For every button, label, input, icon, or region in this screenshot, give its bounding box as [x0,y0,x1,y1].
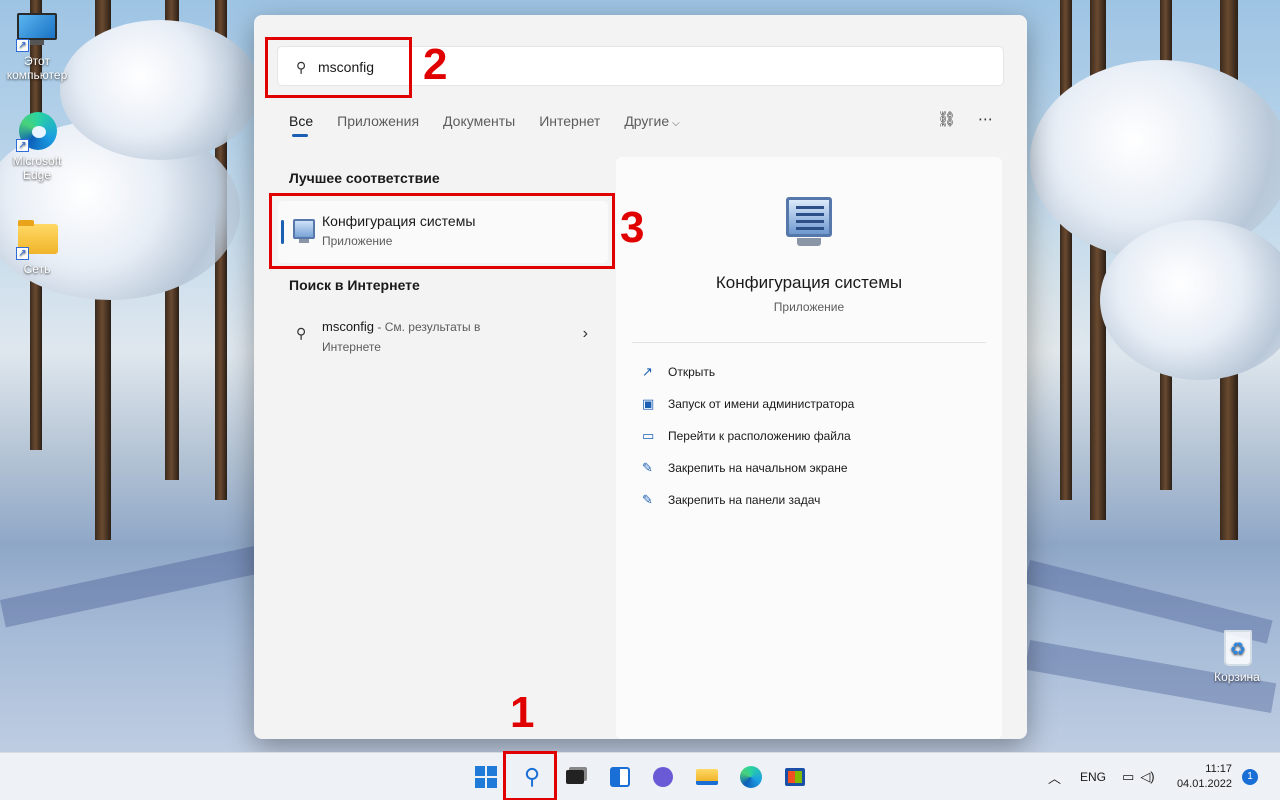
web-result-line1: msconfig - См. результаты в [322,319,480,334]
desktop-icon-edge[interactable]: ↗ Microsoft Edge [0,110,74,182]
folder-icon: ▭ [642,428,655,443]
chat-button[interactable] [651,765,675,789]
tab-documents[interactable]: Документы [443,113,515,129]
clock[interactable]: 11:17 04.01.2022 [1177,762,1232,792]
widgets-icon [610,767,630,787]
start-button[interactable] [474,765,498,789]
open-external-icon: ↗ [642,364,653,379]
store-icon [785,768,805,786]
search-icon: ⚲ [296,325,307,341]
tab-apps[interactable]: Приложения [337,113,419,129]
windows-logo-icon [475,766,497,788]
file-explorer-button[interactable] [695,765,719,789]
recycle-bin-icon: ♻ [1216,626,1258,668]
shortcut-arrow-icon: ↗ [16,247,29,260]
annotation-box-search [265,37,412,98]
more-options-icon[interactable]: ⋯ [978,110,993,128]
web-search-result[interactable]: ⚲ msconfig - См. результаты в Интернете … [278,311,608,363]
web-result-line2: Интернете [322,340,381,354]
search-panel: ⚲ Все Приложения Документы Интернет Друг… [254,15,1027,739]
store-button[interactable] [783,765,807,789]
chat-icon [653,767,673,787]
action-label: Запуск от имени администратора [668,397,855,411]
action-label: Закрепить на панели задач [668,493,821,507]
tab-web[interactable]: Интернет [539,113,600,129]
annotation-box-taskbar-search [503,751,557,800]
shortcut-arrow-icon: ↗ [16,139,29,152]
desktop-icon-network[interactable]: ↗ Сеть [0,218,74,276]
system-tray: ︿ ENG ▭ ◁) [1048,753,1155,800]
web-result-term: msconfig [322,319,375,334]
admin-shield-icon: ▣ [642,396,655,411]
web-search-heading: Поиск в Интернете [289,277,420,293]
edge-taskbar-button[interactable] [739,765,763,789]
annotation-number: 1 [510,688,535,737]
pin-icon: ✎ [642,492,653,507]
tree-shadow [0,545,261,628]
detail-subtitle: Приложение [773,300,845,314]
network-folder-icon: ↗ [16,218,58,260]
action-label: Перейти к расположению файла [668,429,851,443]
annotation-number: 3 [620,203,645,252]
desktop-icon-label: Этот компьютер [6,54,68,82]
desktop-icon-this-pc[interactable]: ↗ Этот компьютер [0,10,74,82]
date: 04.01.2022 [1176,778,1232,790]
detail-title: Конфигурация системы [715,273,903,292]
desktop-icon-label: Microsoft Edge [12,154,62,182]
action-open[interactable]: ↗ Открыть [642,364,715,380]
chevron-right-icon[interactable]: › [583,325,588,343]
time: 11:17 [1205,763,1232,775]
folder-icon [696,769,718,785]
system-config-large-icon [786,197,832,246]
desktop-icon-label: Сеть [23,262,51,276]
tree [1060,0,1072,500]
pin-icon: ✎ [642,460,653,475]
panel-toolbar: ⛓ ⋯ [937,110,993,128]
action-label: Закрепить на начальном экране [668,461,848,475]
snowy-canopy [60,20,260,160]
action-run-as-admin[interactable]: ▣ Запуск от имени администратора [642,396,854,412]
notification-badge[interactable]: 1 [1242,769,1258,785]
monitor-icon: ↗ [16,10,58,52]
desktop-icon-recycle-bin[interactable]: ♻ Корзина [1200,626,1274,684]
widgets-button[interactable] [608,765,632,789]
desktop-icon-label: Корзина [1214,670,1260,684]
task-view-button[interactable] [563,765,587,789]
language-indicator[interactable]: ENG [1080,770,1106,784]
search-tabs: Все Приложения Документы Интернет Другие… [289,113,680,137]
taskbar: ⚲ ︿ ENG ▭ ◁) 11:17 04.01.2022 1 [0,751,1280,800]
web-result-suffix: - См. результаты в [374,320,481,334]
tab-other-label: Другие [624,113,670,129]
chevron-up-icon[interactable]: ︿ [1048,768,1066,787]
divider [632,342,986,343]
edge-icon [740,766,762,788]
best-match-heading: Лучшее соответствие [289,170,440,186]
snowy-canopy [1100,220,1280,380]
chevron-down-icon: ⌵ [672,118,680,129]
action-open-file-location[interactable]: ▭ Перейти к расположению файла [642,428,851,444]
annotation-number: 2 [423,40,448,89]
action-label: Открыть [668,365,716,379]
edge-icon: ↗ [16,110,58,152]
share-accounts-icon[interactable]: ⛓ [937,110,956,128]
tab-all[interactable]: Все [289,113,313,137]
shortcut-arrow-icon: ↗ [16,39,29,52]
annotation-box-result [269,193,615,269]
action-pin-to-start[interactable]: ✎ Закрепить на начальном экране [642,460,848,476]
detail-pane: Конфигурация системы Приложение ↗ Открыть… [616,157,1002,739]
action-pin-to-taskbar[interactable]: ✎ Закрепить на панели задач [642,492,820,508]
task-view-icon [566,770,584,784]
volume-icon[interactable]: ◁) [1140,769,1154,785]
network-icon[interactable]: ▭ [1122,769,1134,785]
tab-other[interactable]: Другие ⌵ [624,113,679,129]
